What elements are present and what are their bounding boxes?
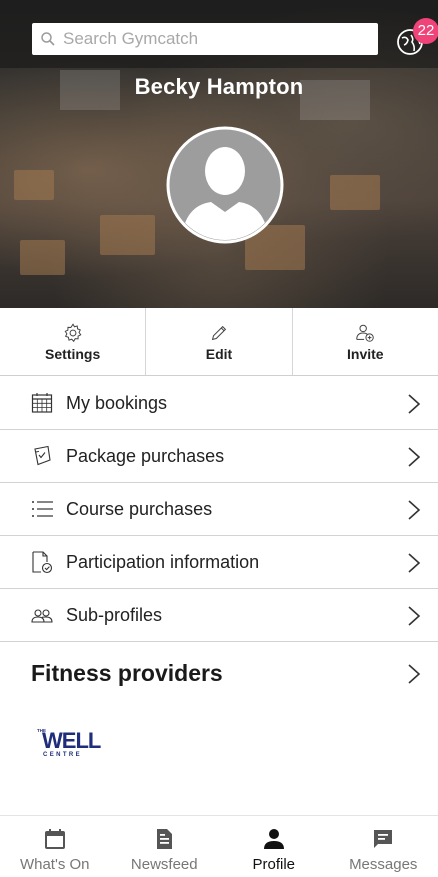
gear-icon: [64, 322, 82, 342]
chevron-right-icon: [408, 553, 421, 573]
menu-item-label: Package purchases: [66, 445, 225, 466]
settings-button[interactable]: Settings: [0, 308, 147, 375]
chevron-right-icon: [408, 606, 421, 626]
provider-logo[interactable]: THE WELL CENTRE: [35, 726, 110, 762]
nav-label: Profile: [252, 856, 296, 873]
fitness-providers-section: Fitness providers THE WELL CENTRE: [0, 643, 438, 815]
section-title[interactable]: Fitness providers: [31, 660, 223, 687]
background-decoration: [100, 215, 155, 255]
svg-text:CENTRE: CENTRE: [43, 752, 82, 758]
search-bar[interactable]: [32, 23, 378, 55]
calendar-icon: [44, 829, 65, 849]
invite-label: Invite: [347, 345, 384, 362]
nav-label: Newsfeed: [130, 856, 198, 873]
pencil-icon: [211, 325, 227, 340]
chevron-right-icon[interactable]: [407, 663, 421, 685]
nav-messages[interactable]: Messages: [329, 816, 438, 877]
news-icon: [157, 829, 173, 849]
chevron-right-icon: [408, 394, 421, 414]
settings-label: Settings: [45, 345, 101, 362]
nav-label: Messages: [349, 856, 418, 873]
menu-item-label: My bookings: [66, 392, 168, 413]
menu-item-participation-information[interactable]: Participation information: [0, 536, 438, 589]
search-icon: [41, 32, 55, 46]
add-user-icon: [356, 324, 375, 342]
edit-button[interactable]: Edit: [146, 308, 293, 375]
list-icon: [30, 497, 54, 521]
menu-item-sub-profiles[interactable]: Sub-profiles: [0, 589, 438, 642]
menu-item-label: Sub-profiles: [66, 604, 163, 625]
background-decoration: [14, 170, 54, 200]
search-input[interactable]: [63, 29, 363, 49]
nav-profile[interactable]: Profile: [219, 816, 329, 877]
profile-menu: My bookings Package purchases Course pur…: [0, 377, 438, 642]
profile-header: 22 Becky Hampton: [0, 0, 438, 308]
people-icon: [30, 603, 54, 627]
calendar-grid-icon: [30, 391, 54, 415]
edit-label: Edit: [205, 345, 233, 362]
bottom-navigation: What's On Newsfeed Profile Messages: [0, 815, 438, 877]
menu-item-label: Participation information: [66, 551, 260, 572]
nav-label: What's On: [19, 856, 90, 873]
background-decoration: [330, 175, 380, 210]
invite-button[interactable]: Invite: [293, 308, 438, 375]
chevron-right-icon: [408, 447, 421, 467]
nav-newsfeed[interactable]: Newsfeed: [110, 816, 220, 877]
menu-item-course-purchases[interactable]: Course purchases: [0, 483, 438, 536]
nav-whats-on[interactable]: What's On: [0, 816, 110, 877]
ticket-icon: [30, 444, 54, 468]
menu-item-label: Course purchases: [66, 498, 213, 519]
profile-name: Becky Hampton: [134, 74, 304, 99]
person-icon: [263, 829, 284, 849]
background-decoration: [20, 240, 65, 275]
chevron-right-icon: [408, 500, 421, 520]
avatar[interactable]: [161, 126, 289, 244]
menu-item-package-purchases[interactable]: Package purchases: [0, 430, 438, 483]
notification-badge[interactable]: 22: [413, 18, 438, 44]
menu-item-my-bookings[interactable]: My bookings: [0, 377, 438, 430]
message-icon: [374, 830, 393, 848]
svg-text:WELL: WELL: [42, 728, 101, 753]
profile-actions: Settings Edit Invite: [0, 308, 438, 376]
document-check-icon: [30, 550, 54, 574]
